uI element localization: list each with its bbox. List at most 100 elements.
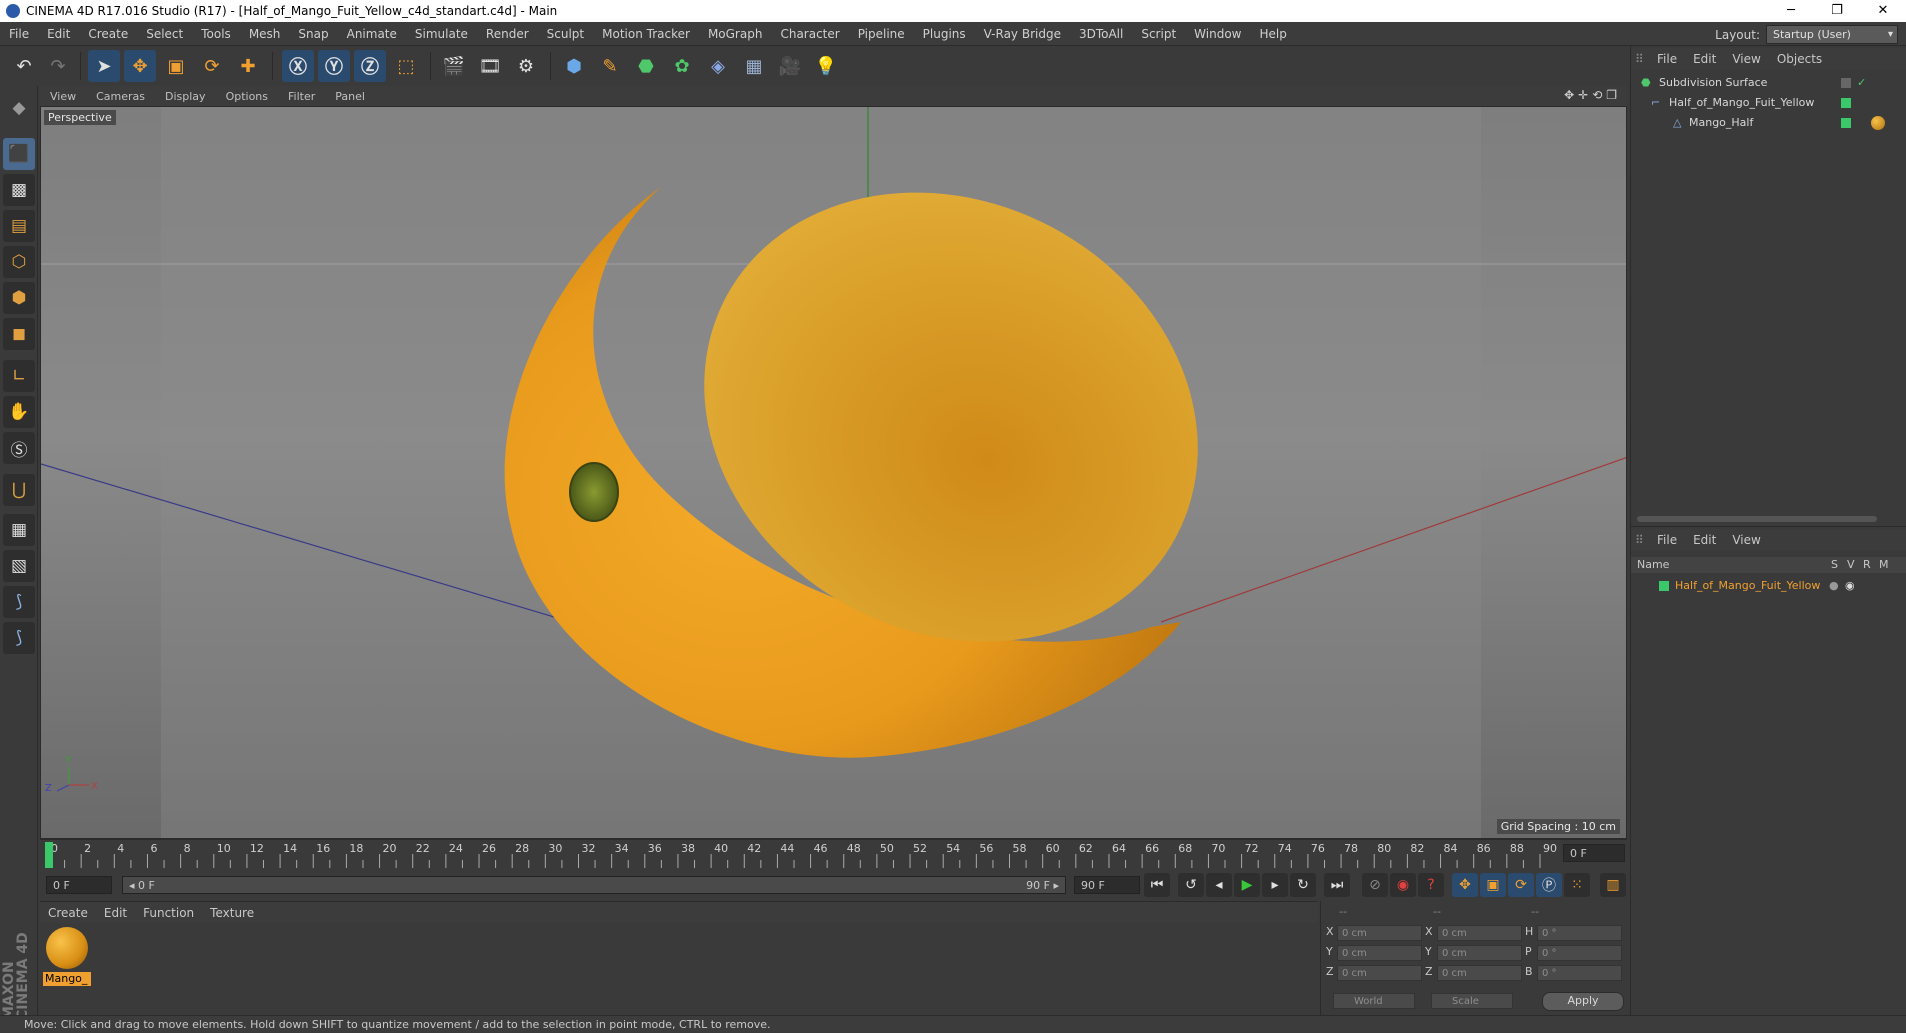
- tweak-mode-icon[interactable]: ✋: [3, 396, 35, 428]
- start-frame-field[interactable]: 0 F: [46, 876, 112, 894]
- material-menu-create[interactable]: Create: [40, 906, 96, 920]
- object-menu-edit[interactable]: Edit: [1685, 52, 1724, 66]
- render-picture-viewer-icon[interactable]: 🎞: [474, 50, 506, 82]
- viewport-menu-options[interactable]: Options: [216, 90, 278, 103]
- key-rotation-icon[interactable]: ⟳: [1508, 873, 1534, 897]
- end-frame-field[interactable]: 90 F: [1074, 876, 1140, 894]
- next-frame-icon[interactable]: ▸: [1262, 873, 1288, 897]
- coordinate-system-icon[interactable]: ⬚: [390, 50, 422, 82]
- subdivision-surface-icon[interactable]: ⬣: [630, 50, 662, 82]
- minimize-button[interactable]: ─: [1768, 0, 1814, 22]
- object-row[interactable]: ⬣ Subdivision Surface ✓: [1631, 74, 1906, 92]
- redo-icon[interactable]: ↷: [42, 50, 74, 82]
- menu-file[interactable]: File: [0, 27, 38, 41]
- 3d-viewport[interactable]: Y X Z Perspective Grid Spacing : 10 cm: [40, 106, 1627, 839]
- visibility-eye-icon[interactable]: ◉: [1845, 577, 1855, 595]
- floor-scene-icon[interactable]: ▦: [738, 50, 770, 82]
- viewport-menu-filter[interactable]: Filter: [278, 90, 325, 103]
- cube-object-icon[interactable]: ⬢: [558, 50, 590, 82]
- object-menu-file[interactable]: File: [1649, 52, 1685, 66]
- layout-dropdown[interactable]: Startup (User): [1766, 25, 1898, 44]
- goto-start-icon[interactable]: ⏮: [1144, 873, 1170, 897]
- menu-window[interactable]: Window: [1185, 27, 1250, 41]
- python-script-2-icon[interactable]: ⟆: [3, 622, 35, 654]
- polygons-mode-icon[interactable]: ◼: [3, 318, 35, 350]
- menu-mesh[interactable]: Mesh: [240, 27, 290, 41]
- layer-row[interactable]: Half_of_Mango_Fuit_Yellow ● ◉: [1631, 577, 1906, 595]
- key-pla-icon[interactable]: ⁙: [1564, 873, 1590, 897]
- object-name[interactable]: Mango_Half: [1689, 114, 1753, 132]
- menu-character[interactable]: Character: [771, 27, 848, 41]
- close-button[interactable]: ✕: [1860, 0, 1906, 22]
- z-axis-lock-icon[interactable]: Ⓩ: [354, 50, 386, 82]
- object-name[interactable]: Half_of_Mango_Fuit_Yellow: [1669, 94, 1814, 112]
- restore-button[interactable]: ❐: [1814, 0, 1860, 22]
- column-solo[interactable]: S: [1831, 557, 1838, 573]
- grid-snap-icon[interactable]: ▧: [3, 550, 35, 582]
- menu-simulate[interactable]: Simulate: [406, 27, 477, 41]
- prev-key-icon[interactable]: ↺: [1178, 873, 1204, 897]
- render-settings-icon[interactable]: ⚙: [510, 50, 542, 82]
- material-tag-icon[interactable]: [1871, 116, 1885, 130]
- axis-mode-icon[interactable]: ∟: [3, 360, 35, 392]
- points-mode-icon[interactable]: ⬡: [3, 246, 35, 278]
- size-y-field[interactable]: 0 cm: [1437, 945, 1522, 961]
- viewport-menu-cameras[interactable]: Cameras: [86, 90, 155, 103]
- object-row[interactable]: △ Mango_Half: [1631, 114, 1906, 132]
- horizontal-scrollbar[interactable]: [1637, 516, 1877, 522]
- deformer-icon[interactable]: ◈: [702, 50, 734, 82]
- light-icon[interactable]: 💡: [810, 50, 842, 82]
- rotation-p-field[interactable]: 0 °: [1537, 945, 1622, 961]
- enabled-check-icon[interactable]: ✓: [1857, 74, 1866, 92]
- spline-pen-icon[interactable]: ✎: [594, 50, 626, 82]
- size-z-field[interactable]: 0 cm: [1437, 965, 1522, 981]
- material-preview-swatch[interactable]: [46, 927, 88, 969]
- rotation-b-field[interactable]: 0 °: [1537, 965, 1622, 981]
- goto-end-icon[interactable]: ⏭: [1324, 873, 1350, 897]
- timeline-window-icon[interactable]: ▥: [1600, 873, 1626, 897]
- size-mode-dropdown[interactable]: Scale: [1431, 993, 1513, 1009]
- menu-motion-tracker[interactable]: Motion Tracker: [593, 27, 699, 41]
- frame-range-slider[interactable]: ◂ 0 F 90 F ▸: [122, 876, 1066, 894]
- menu-edit[interactable]: Edit: [38, 27, 79, 41]
- menu-mograph[interactable]: MoGraph: [699, 27, 772, 41]
- menu-script[interactable]: Script: [1132, 27, 1185, 41]
- viewport-camera-label[interactable]: Perspective: [44, 110, 116, 125]
- viewport-navigation-icons[interactable]: ✥✛⟲❐: [1564, 88, 1621, 102]
- layer-menu-file[interactable]: File: [1649, 533, 1685, 547]
- edges-mode-icon[interactable]: ⬢: [3, 282, 35, 314]
- menu-sculpt[interactable]: Sculpt: [538, 27, 593, 41]
- object-menu-objects[interactable]: Objects: [1769, 52, 1830, 66]
- material-name[interactable]: Mango_: [43, 972, 91, 986]
- keyframe-selection-icon[interactable]: ?: [1418, 873, 1444, 897]
- make-editable-icon[interactable]: ◆: [3, 92, 35, 124]
- python-script-icon[interactable]: ⟆: [3, 586, 35, 618]
- magnet-icon[interactable]: ⋃: [3, 474, 35, 506]
- menu-create[interactable]: Create: [79, 27, 137, 41]
- move-tool-icon[interactable]: ✥: [124, 50, 156, 82]
- live-selection-icon[interactable]: ✚: [232, 50, 264, 82]
- y-axis-lock-icon[interactable]: Ⓨ: [318, 50, 350, 82]
- render-view-icon[interactable]: 🎬: [438, 50, 470, 82]
- solo-icon[interactable]: ●: [1829, 577, 1839, 595]
- layer-menu-view[interactable]: View: [1724, 533, 1768, 547]
- menu-plugins[interactable]: Plugins: [914, 27, 975, 41]
- rotate-tool-icon[interactable]: ⟳: [196, 50, 228, 82]
- viewport-menu-view[interactable]: View: [40, 90, 86, 103]
- model-mode-icon[interactable]: ⬛: [3, 138, 35, 170]
- snap-icon[interactable]: Ⓢ: [3, 432, 35, 464]
- viewport-menu-display[interactable]: Display: [155, 90, 216, 103]
- prev-frame-icon[interactable]: ◂: [1206, 873, 1232, 897]
- column-render[interactable]: R: [1863, 557, 1871, 573]
- material-menu-function[interactable]: Function: [135, 906, 202, 920]
- key-scale-icon[interactable]: ▣: [1480, 873, 1506, 897]
- x-axis-lock-icon[interactable]: Ⓧ: [282, 50, 314, 82]
- menu-help[interactable]: Help: [1250, 27, 1295, 41]
- coordinate-mode-dropdown[interactable]: World: [1333, 993, 1415, 1009]
- menu-pipeline[interactable]: Pipeline: [849, 27, 914, 41]
- next-key-icon[interactable]: ↻: [1290, 873, 1316, 897]
- menu-tools[interactable]: Tools: [192, 27, 240, 41]
- key-param-icon[interactable]: Ⓟ: [1536, 873, 1562, 897]
- column-name[interactable]: Name: [1637, 557, 1669, 573]
- position-x-field[interactable]: 0 cm: [1337, 925, 1422, 941]
